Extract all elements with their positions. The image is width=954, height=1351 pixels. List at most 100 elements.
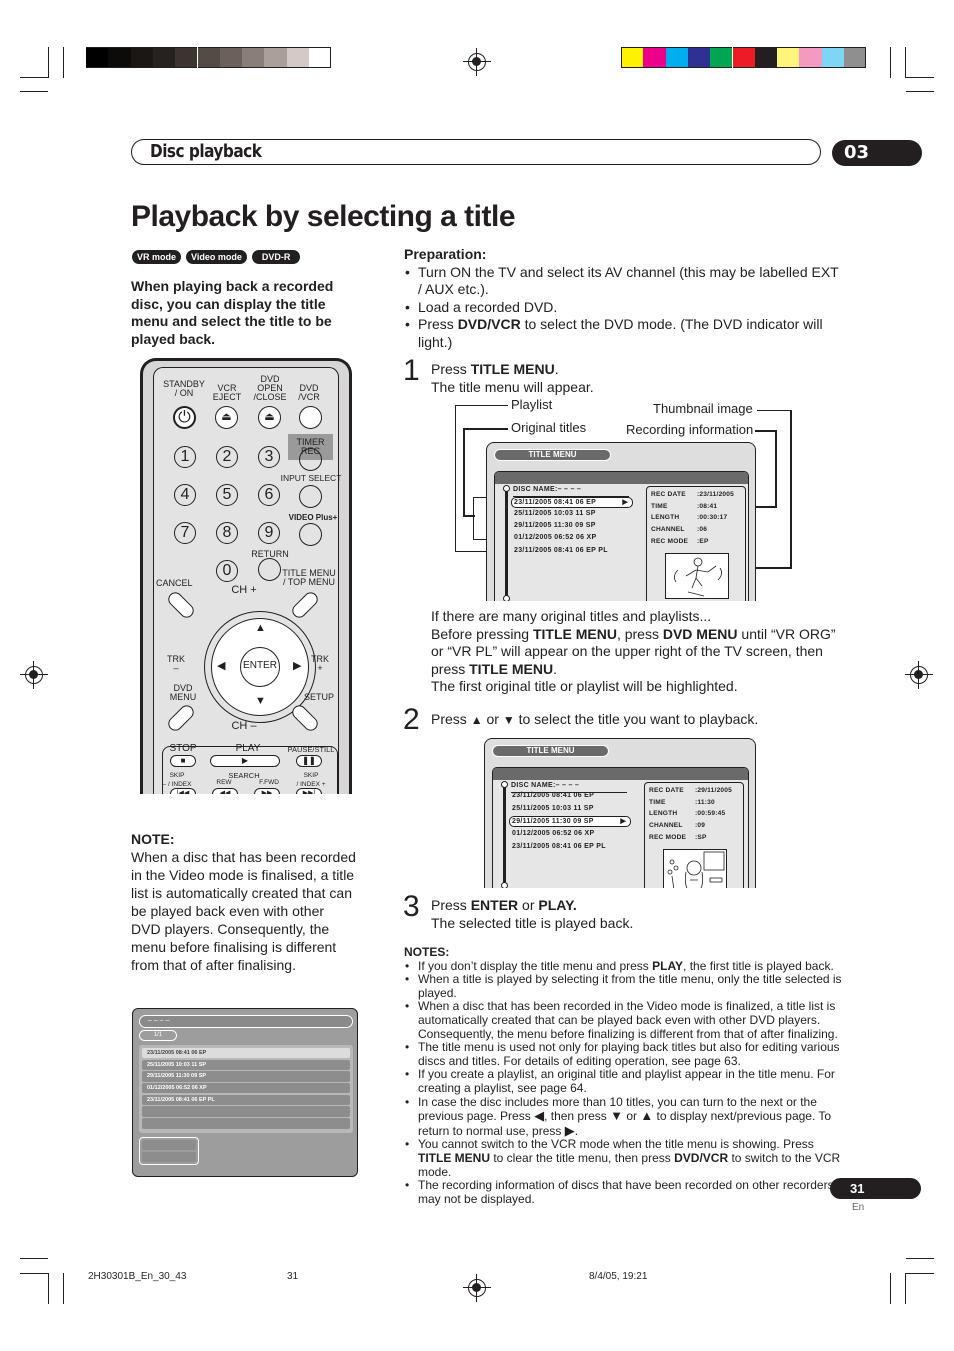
step-text: or: [486, 711, 499, 727]
badge-vr-mode: VR mode: [132, 250, 182, 264]
registration-mark-icon: [905, 661, 933, 689]
gray-swatch: [286, 47, 309, 68]
note-item: If you create a playlist, an original ti…: [404, 1068, 844, 1095]
title-row-text: 25/11/2005 10:03 11 SP: [512, 805, 594, 812]
menu-options-box: [139, 1137, 199, 1165]
key-4: 4: [174, 484, 196, 506]
return-button: [258, 558, 281, 581]
info-row: REC DATE:23/11/2005: [651, 491, 734, 498]
button-name: PLAY: [652, 958, 684, 973]
text: until “VR ORG”: [737, 625, 836, 642]
arrow-up-icon: ▲: [470, 713, 483, 727]
color-swatch: [754, 47, 778, 68]
color-swatch: [844, 47, 867, 68]
footer-file-name: 2H30301B_En_30_43: [88, 1271, 187, 1282]
label-stop: STOP: [169, 743, 197, 754]
title-list-row: 01/12/2005 06:52 06 XP: [142, 1083, 350, 1094]
info-value: :06: [697, 526, 708, 534]
note-text: .: [574, 1123, 579, 1138]
title-list-row: [142, 1106, 350, 1117]
note-item: The recording information of discs that …: [404, 1178, 844, 1206]
note-text: or: [622, 1109, 641, 1124]
stop-button: ■: [170, 755, 196, 767]
text-line: If there are many original titles and pl…: [431, 608, 712, 624]
label-ch-minus: CH –: [231, 720, 257, 732]
remote-control-illustration: STANDBY / ON VCR EJECT DVD OPEN /CLOSE D…: [140, 358, 352, 794]
label-standby: STANDBY / ON: [163, 379, 205, 398]
dvd-vcr-button: [299, 406, 322, 429]
label-dvd-menu: DVD MENU: [169, 683, 197, 702]
text: .: [553, 660, 558, 677]
scrollbar: [503, 785, 506, 887]
text-line: The first original title or playlist wil…: [431, 678, 738, 695]
title-row-text: 29/11/2005 11:30 09 SP: [514, 522, 596, 529]
info-key: LENGTH: [651, 514, 680, 522]
note-text: to clear the title menu, then press: [490, 1150, 675, 1165]
preparation-item: Press DVD/VCR to select the DVD mode. (T…: [404, 316, 844, 351]
menu-option: [142, 1140, 196, 1150]
notes-section: NOTES: If you don’t display the title me…: [404, 945, 844, 1206]
label-play: PLAY: [235, 743, 261, 754]
info-value: :00:30:17: [697, 514, 728, 522]
info-value: :EP: [697, 537, 709, 545]
label-vcr-eject: VCR EJECT: [212, 383, 242, 402]
preparation-item: Turn ON the TV and select its AV channel…: [404, 264, 844, 299]
scroll-up-icon: [501, 781, 508, 788]
gray-swatch: [309, 47, 332, 68]
crop-mark: [48, 47, 49, 78]
gray-swatch: [86, 47, 109, 68]
arrow-up-icon: ▲: [255, 622, 266, 634]
info-key: REC MODE: [649, 833, 687, 841]
stop-icon: ■: [180, 756, 186, 765]
color-swatch: [621, 47, 644, 68]
callout-thumbnail-image: Thumbnail image: [653, 401, 753, 416]
scroll-down-icon: [503, 595, 510, 601]
text: press: [431, 660, 470, 677]
callout-line: [463, 428, 465, 516]
play-icon: ▶: [241, 756, 249, 765]
crop-mark: [63, 1273, 64, 1304]
info-key: CHANNEL: [649, 822, 683, 830]
label-title-menu: TITLE MENU / TOP MENU: [282, 568, 336, 587]
scroll-down-icon: [501, 882, 508, 888]
crop-mark: [48, 1273, 49, 1304]
step-text: or: [518, 897, 539, 913]
disc-name: DISC NAME:– – – –: [513, 486, 582, 493]
gray-swatch: [264, 47, 287, 68]
note-text: If you create a playlist, an original ti…: [418, 1067, 835, 1095]
note-item: The title menu is used not only for play…: [404, 1040, 844, 1068]
preparation-section: Preparation: Turn ON the TV and select i…: [404, 246, 844, 351]
title-menu-screen-2: TITLE MENU DISC NAME:– – – – 23/11/2005 08…: [484, 738, 756, 888]
gray-swatch: [219, 47, 243, 68]
crop-mark: [905, 47, 906, 78]
step-result: The title menu will appear.: [431, 379, 594, 395]
note-body: When a disc that has been recorded in th…: [131, 849, 356, 973]
button-name: TITLE MENU: [469, 660, 554, 677]
key-5: 5: [216, 484, 238, 506]
footer-page: 31: [287, 1271, 299, 1282]
disc-name-field: – – – –: [139, 1015, 353, 1028]
title-list-row: 23/11/2005 08:41 06 EP PL: [142, 1094, 350, 1106]
crop-mark: [906, 1273, 934, 1274]
step-text: Press: [431, 361, 471, 377]
label-input-select: INPUT SELECT: [280, 473, 342, 483]
info-row: TIME:11:30: [649, 799, 715, 806]
timer-rec-button: [299, 448, 322, 471]
arrow-right-icon: ▶: [293, 660, 302, 672]
key-7: 7: [174, 522, 196, 544]
info-row: CHANNEL:09: [649, 822, 705, 829]
text: Before pressing: [431, 625, 533, 642]
label-cancel: CANCEL: [156, 578, 193, 588]
dvd-open-close-button: ⏏: [258, 406, 281, 429]
title-list: 23/11/2005 08:41 06 EP 25/11/2005 10:03 1…: [139, 1045, 353, 1133]
gray-swatch: [242, 47, 265, 68]
chapter-number-badge: 03: [832, 140, 922, 166]
scroll-up-icon: [503, 485, 510, 492]
note-text: When a disc that has been recorded in th…: [418, 999, 838, 1041]
arrow-up-icon: ▲: [640, 1108, 654, 1124]
color-swatch: [777, 47, 800, 68]
notes-heading: NOTES:: [404, 945, 450, 959]
title-list-row: 23/11/2005 08:41 06 EP: [142, 1048, 350, 1059]
step-result: The selected title is played back.: [431, 915, 634, 931]
info-key: TIME: [651, 502, 668, 510]
